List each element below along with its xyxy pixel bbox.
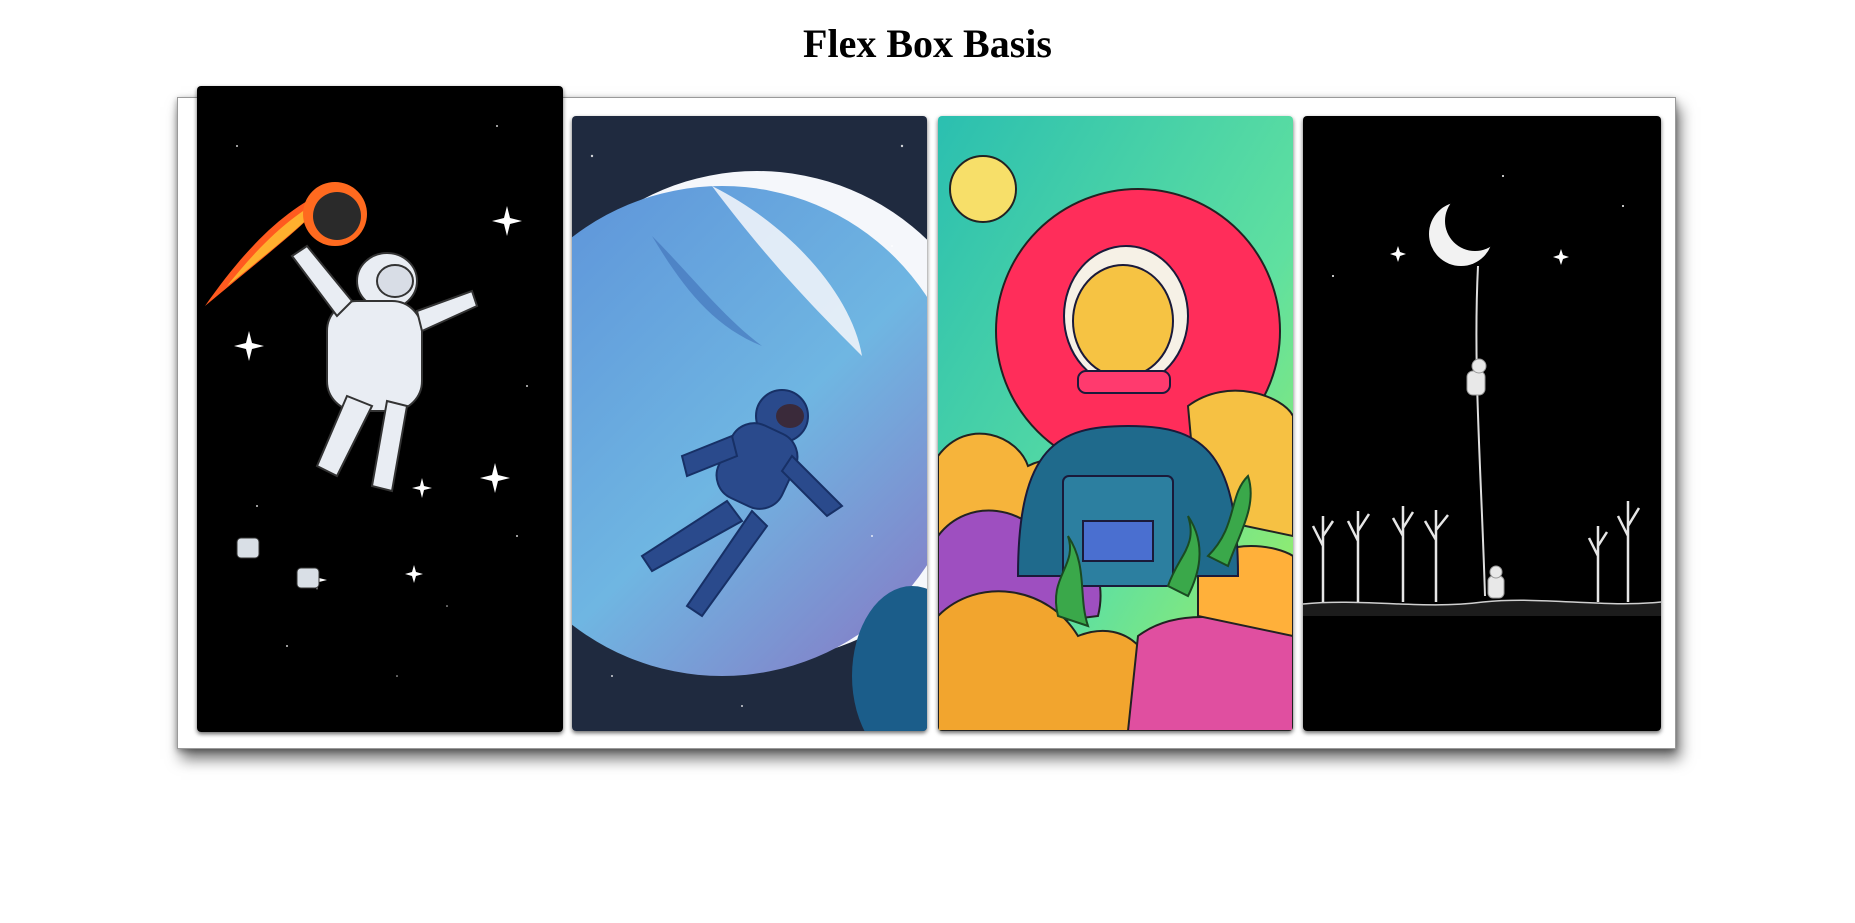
astronaut-dunk-image [197, 86, 563, 732]
astronaut-planet-image [572, 116, 927, 731]
astronaut-moon-rope-image [1303, 116, 1661, 731]
gallery-card-astronaut-colorful[interactable] [938, 116, 1293, 731]
astronaut-colorful-image [938, 116, 1293, 731]
gallery-card-astronaut-dunk[interactable] [197, 86, 563, 732]
gallery-card-astronaut-moon-rope[interactable] [1303, 116, 1661, 731]
page-title: Flex Box Basis [803, 21, 1052, 66]
gallery-card-astronaut-planet[interactable] [572, 116, 927, 731]
